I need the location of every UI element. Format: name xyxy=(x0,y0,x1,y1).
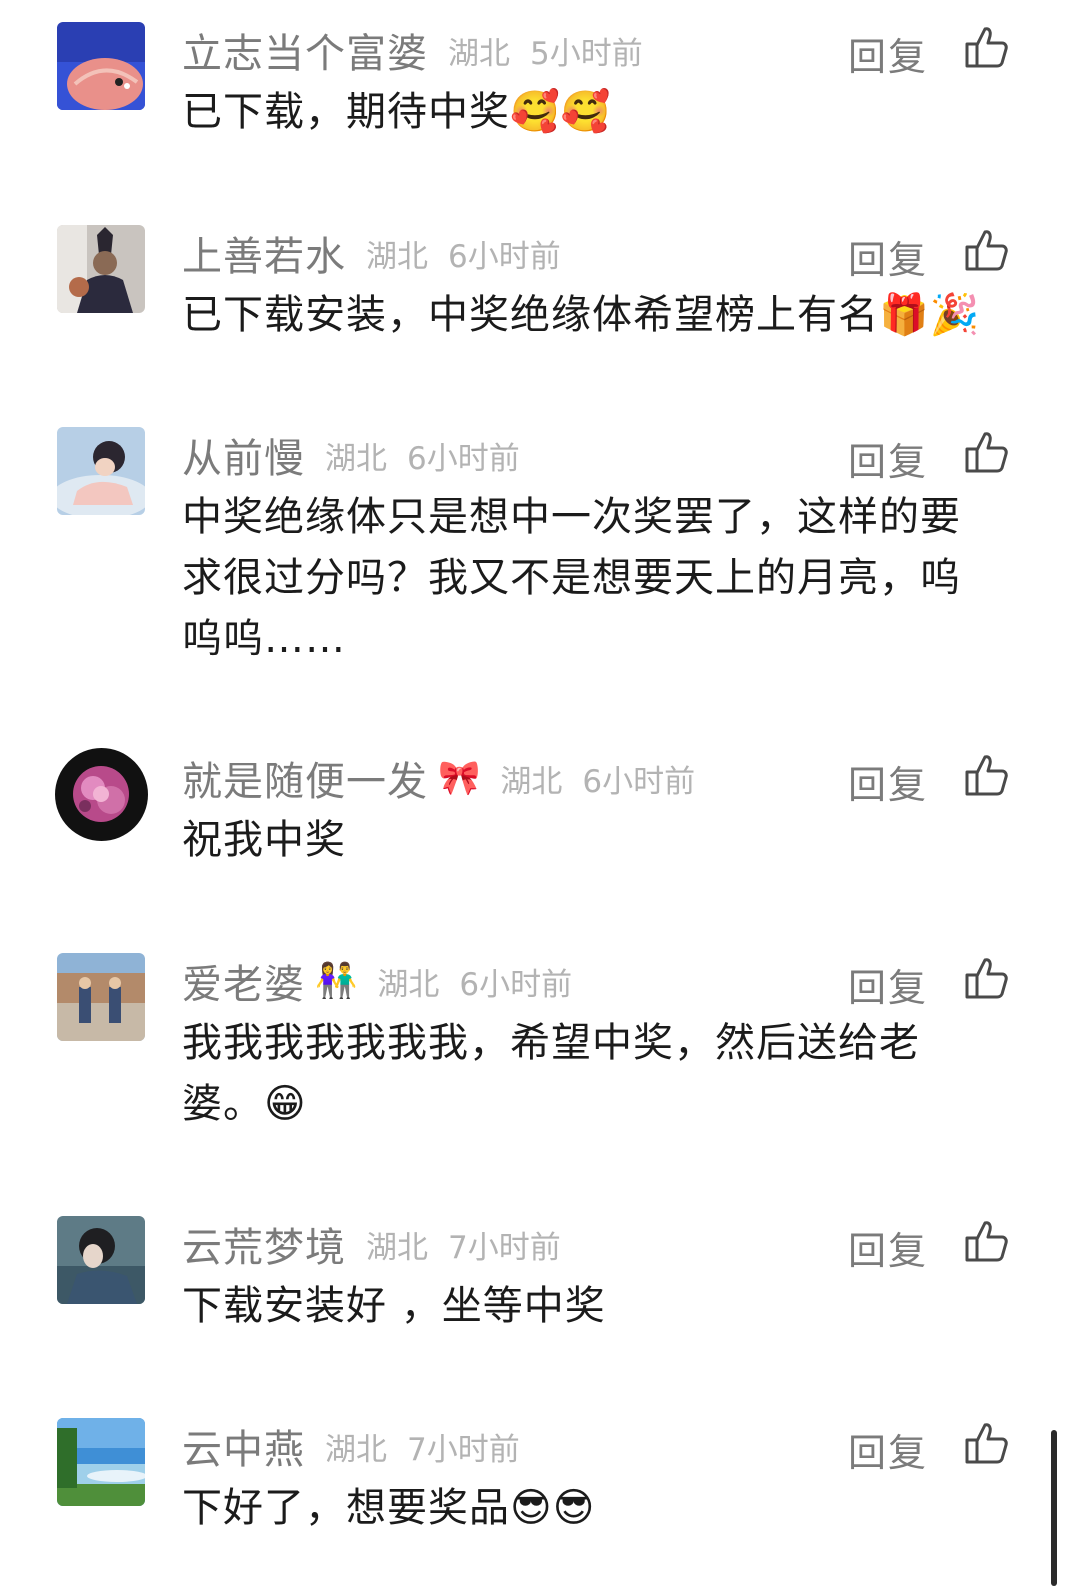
thumbs-up-icon[interactable] xyxy=(963,752,1009,798)
comment-text: 中奖绝缘体只是想中一次奖罢了，这样的要求很过分吗？我又不是想要天上的月亮，呜呜呜… xyxy=(182,494,961,662)
username[interactable]: 就是随便一发 xyxy=(182,749,428,807)
thumbs-up-icon[interactable] xyxy=(963,24,1009,70)
username[interactable]: 云中燕 xyxy=(182,1417,305,1475)
thumbs-up-icon[interactable] xyxy=(963,227,1009,273)
timestamp: 5小时前 xyxy=(530,35,643,72)
avatar[interactable] xyxy=(57,1418,145,1506)
avatar[interactable] xyxy=(57,427,145,515)
timestamp: 7小时前 xyxy=(407,1431,520,1468)
timestamp: 6小时前 xyxy=(459,966,573,1003)
thumbs-up-icon[interactable] xyxy=(963,1218,1009,1264)
avatar[interactable] xyxy=(57,22,145,110)
thumbs-up-icon[interactable] xyxy=(963,955,1009,1001)
location-label: 湖北 xyxy=(325,440,387,477)
timestamp: 7小时前 xyxy=(448,1229,561,1266)
avatar[interactable] xyxy=(57,225,145,313)
reply-button[interactable]: 回复 xyxy=(848,754,928,809)
comment-text: 已下载安装，中奖绝缘体希望榜上有名🎁🎉 xyxy=(182,292,981,338)
comment-meta: 从前慢 湖北 6小时前 xyxy=(182,425,520,485)
location-label: 湖北 xyxy=(448,35,510,72)
reply-button[interactable]: 回复 xyxy=(848,26,928,81)
reply-button[interactable]: 回复 xyxy=(848,229,928,284)
comment-text: 我我我我我我我，希望中奖，然后送给老婆。😁 xyxy=(182,1020,920,1127)
thumbs-up-icon[interactable] xyxy=(963,1420,1009,1466)
timestamp: 6小时前 xyxy=(582,763,696,800)
comment-meta: 上善若水 湖北 6小时前 xyxy=(182,223,561,283)
comment-meta: 爱老婆 👫 湖北 6小时前 xyxy=(182,951,572,1011)
username[interactable]: 立志当个富婆 xyxy=(182,21,428,79)
username[interactable]: 从前慢 xyxy=(182,426,305,484)
thumbs-up-icon[interactable] xyxy=(963,429,1009,475)
location-label: 湖北 xyxy=(325,1431,387,1468)
reply-button[interactable]: 回复 xyxy=(848,431,928,486)
comment-list: 立志当个富婆 湖北 5小时前 回复 已下载，期待中奖🥰🥰 上善若水 湖北 6小时… xyxy=(0,0,1080,1586)
location-label: 湖北 xyxy=(366,1229,428,1266)
timestamp: 6小时前 xyxy=(407,440,520,477)
avatar[interactable] xyxy=(57,953,145,1041)
username[interactable]: 上善若水 xyxy=(182,224,346,282)
location-label: 湖北 xyxy=(500,763,563,800)
avatar[interactable] xyxy=(55,748,148,841)
scrollbar[interactable] xyxy=(1051,1430,1057,1586)
comment-text: 已下载，期待中奖🥰🥰 xyxy=(182,89,612,135)
username-decoration-icon: 🎀 xyxy=(438,758,481,798)
username[interactable]: 云荒梦境 xyxy=(182,1215,346,1273)
username[interactable]: 爱老婆 xyxy=(182,952,305,1010)
comment-text: 下载安装好 ，坐等中奖 xyxy=(182,1283,606,1329)
comment-meta: 就是随便一发 🎀 湖北 6小时前 xyxy=(182,748,695,808)
avatar[interactable] xyxy=(57,1216,145,1304)
comment-text: 下好了，想要奖品😎😎 xyxy=(182,1485,596,1531)
comment-meta: 立志当个富婆 湖北 5小时前 xyxy=(182,20,643,80)
reply-button[interactable]: 回复 xyxy=(848,957,928,1012)
location-label: 湖北 xyxy=(377,966,440,1003)
comment-meta: 云中燕 湖北 7小时前 xyxy=(182,1416,520,1476)
comment-meta: 云荒梦境 湖北 7小时前 xyxy=(182,1214,561,1274)
couple-emoji-icon: 👫 xyxy=(315,961,358,1001)
timestamp: 6小时前 xyxy=(448,238,561,275)
reply-button[interactable]: 回复 xyxy=(848,1422,928,1477)
location-label: 湖北 xyxy=(366,238,428,275)
comment-text: 祝我中奖 xyxy=(182,817,346,863)
reply-button[interactable]: 回复 xyxy=(848,1220,928,1275)
